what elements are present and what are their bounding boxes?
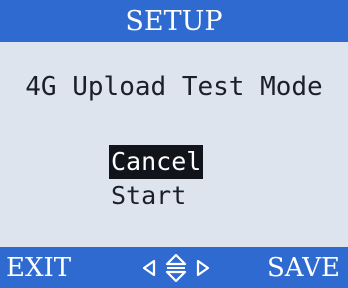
exit-softkey[interactable]: EXIT [6,252,71,284]
down-arrow-icon [165,270,187,283]
softkey-bar: EXIT SAVE [0,247,348,288]
screen-title: SETUP [125,5,223,37]
left-arrow-icon [142,259,156,277]
title-bar: SETUP [0,0,348,42]
option-menu: Cancel Start [109,145,204,213]
save-softkey[interactable]: SAVE [267,252,340,284]
menu-option-start[interactable]: Start [109,179,203,213]
menu-option-cancel[interactable]: Cancel [109,145,204,179]
up-arrow-icon [165,253,187,266]
right-arrow-icon [196,259,210,277]
mode-title: 4G Upload Test Mode [25,72,323,102]
navigation-arrows-icon [138,253,214,283]
device-screen: SETUP 4G Upload Test Mode Cancel Start E… [0,0,348,288]
